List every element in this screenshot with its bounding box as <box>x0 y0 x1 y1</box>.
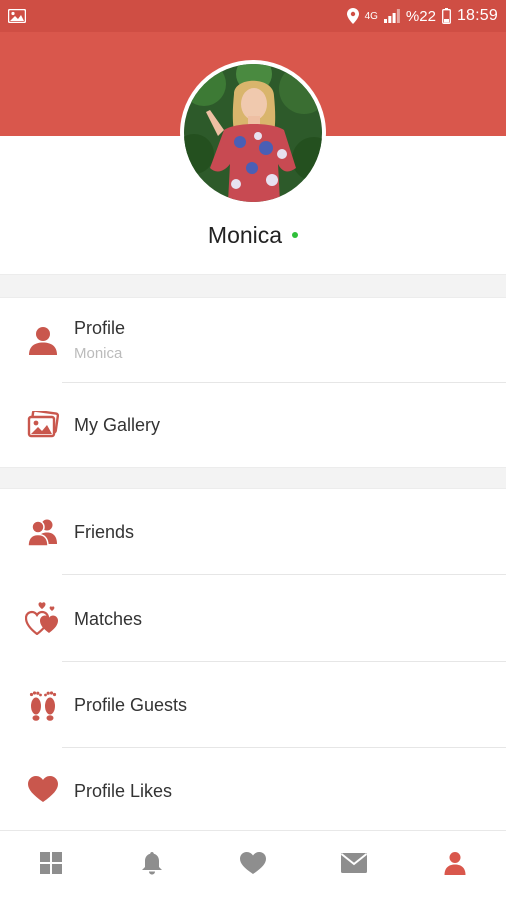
menu-item-profile[interactable]: Profile Monica <box>0 298 506 382</box>
tab-messages[interactable] <box>304 831 405 900</box>
status-bar: 4G %22 18:59 <box>0 0 506 32</box>
menu-item-friends[interactable]: Friends <box>0 489 506 574</box>
user-icon <box>24 321 62 359</box>
menu-item-profile-text: Profile Monica <box>74 318 125 362</box>
online-status-dot <box>292 231 299 238</box>
avatar[interactable] <box>180 60 326 206</box>
hearts-icon <box>24 599 62 637</box>
menu-item-matches[interactable]: Matches <box>0 575 506 661</box>
grid-icon <box>39 851 63 880</box>
tab-likes[interactable] <box>202 831 303 900</box>
menu-item-profile-guests[interactable]: Profile Guests <box>0 662 506 747</box>
menu-item-label: Matches <box>74 609 143 629</box>
menu-item-profile-likes-text: Profile Likes <box>74 781 172 802</box>
friends-icon <box>24 513 62 551</box>
image-notification-icon <box>8 9 26 23</box>
menu-item-sublabel: Monica <box>74 345 123 362</box>
menu-item-gallery-text: My Gallery <box>74 415 160 436</box>
profile-name-row: Monica <box>0 222 506 249</box>
user-icon <box>444 851 466 880</box>
heart-icon <box>239 851 267 880</box>
section-divider <box>0 467 506 489</box>
heart-icon <box>24 770 62 808</box>
menu-item-profile-guests-text: Profile Guests <box>74 695 187 716</box>
gallery-icon <box>24 406 62 444</box>
battery-icon <box>442 8 451 24</box>
profile-photo <box>184 64 322 202</box>
menu-item-matches-text: Matches <box>74 609 142 630</box>
menu-item-label: My Gallery <box>74 415 161 435</box>
section-divider <box>0 274 506 298</box>
network-type-label: 4G <box>364 10 378 22</box>
menu-item-label: Friends <box>74 522 135 542</box>
menu-item-label: Profile <box>74 318 126 338</box>
menu-item-friends-text: Friends <box>74 522 134 543</box>
battery-percent: %22 <box>405 7 436 25</box>
bell-icon <box>141 851 163 880</box>
envelope-icon <box>340 852 368 879</box>
location-icon <box>346 8 359 24</box>
clock: 18:59 <box>456 7 498 24</box>
menu-item-label: Profile Guests <box>74 695 188 715</box>
tab-notifications[interactable] <box>101 831 202 900</box>
footprints-icon <box>24 686 62 724</box>
bottom-navigation <box>0 830 506 900</box>
signal-icon <box>383 9 400 23</box>
tab-dashboard[interactable] <box>0 831 101 900</box>
menu-item-label: Profile Likes <box>74 781 173 801</box>
tab-profile[interactable] <box>405 831 506 900</box>
menu-item-gallery[interactable]: My Gallery <box>0 383 506 467</box>
menu-item-profile-likes[interactable]: Profile Likes <box>0 748 506 830</box>
profile-name: Monica <box>207 222 283 248</box>
